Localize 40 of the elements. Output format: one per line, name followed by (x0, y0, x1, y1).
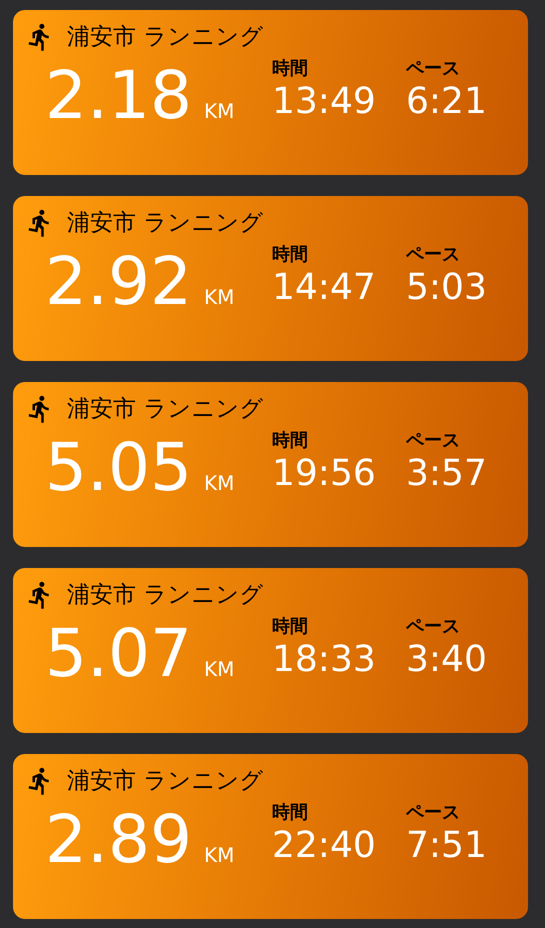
time-value: 22:40 (272, 824, 377, 868)
workout-card[interactable]: 浦安市 ランニング 2.18 KM 時間 13:49 ペース 6:21 (13, 10, 528, 175)
workout-card[interactable]: 浦安市 ランニング 5.07 KM 時間 18:33 ペース 3:40 (13, 568, 528, 733)
distance-unit: KM (204, 470, 234, 497)
distance-unit: KM (204, 656, 234, 683)
distance-unit: KM (204, 98, 234, 125)
distance-unit: KM (204, 284, 234, 311)
workout-title: 浦安市 ランニング (67, 209, 264, 238)
workout-title: 浦安市 ランニング (67, 767, 264, 796)
workout-card[interactable]: 浦安市 ランニング 2.89 KM 時間 22:40 ペース 7:51 (13, 754, 528, 919)
time-value: 18:33 (272, 638, 377, 682)
pace-value: 3:57 (406, 452, 487, 496)
time-value: 13:49 (272, 80, 377, 124)
pace-value: 5:03 (406, 266, 487, 310)
workout-card[interactable]: 浦安市 ランニング 2.92 KM 時間 14:47 ペース 5:03 (13, 196, 528, 361)
distance-value: 5.07 (45, 618, 192, 690)
pace-label: ペース (406, 58, 461, 80)
distance-value: 2.18 (45, 60, 192, 132)
distance-value: 2.92 (45, 246, 192, 318)
time-value: 14:47 (272, 266, 377, 310)
time-label: 時間 (272, 58, 309, 80)
distance-value: 5.05 (45, 432, 192, 504)
distance-unit: KM (204, 842, 234, 869)
pace-label: ペース (406, 616, 461, 638)
pace-value: 6:21 (406, 80, 487, 124)
pace-label: ペース (406, 802, 461, 824)
workout-card[interactable]: 浦安市 ランニング 5.05 KM 時間 19:56 ペース 3:57 (13, 382, 528, 547)
workout-title: 浦安市 ランニング (67, 581, 264, 610)
pace-value: 3:40 (406, 638, 487, 682)
pace-value: 7:51 (406, 824, 487, 868)
time-label: 時間 (272, 430, 309, 452)
workout-title: 浦安市 ランニング (67, 395, 264, 424)
workout-title: 浦安市 ランニング (67, 23, 264, 52)
time-value: 19:56 (272, 452, 377, 496)
time-label: 時間 (272, 244, 309, 266)
time-label: 時間 (272, 802, 309, 824)
pace-label: ペース (406, 244, 461, 266)
pace-label: ペース (406, 430, 461, 452)
distance-value: 2.89 (45, 804, 192, 876)
time-label: 時間 (272, 616, 309, 638)
